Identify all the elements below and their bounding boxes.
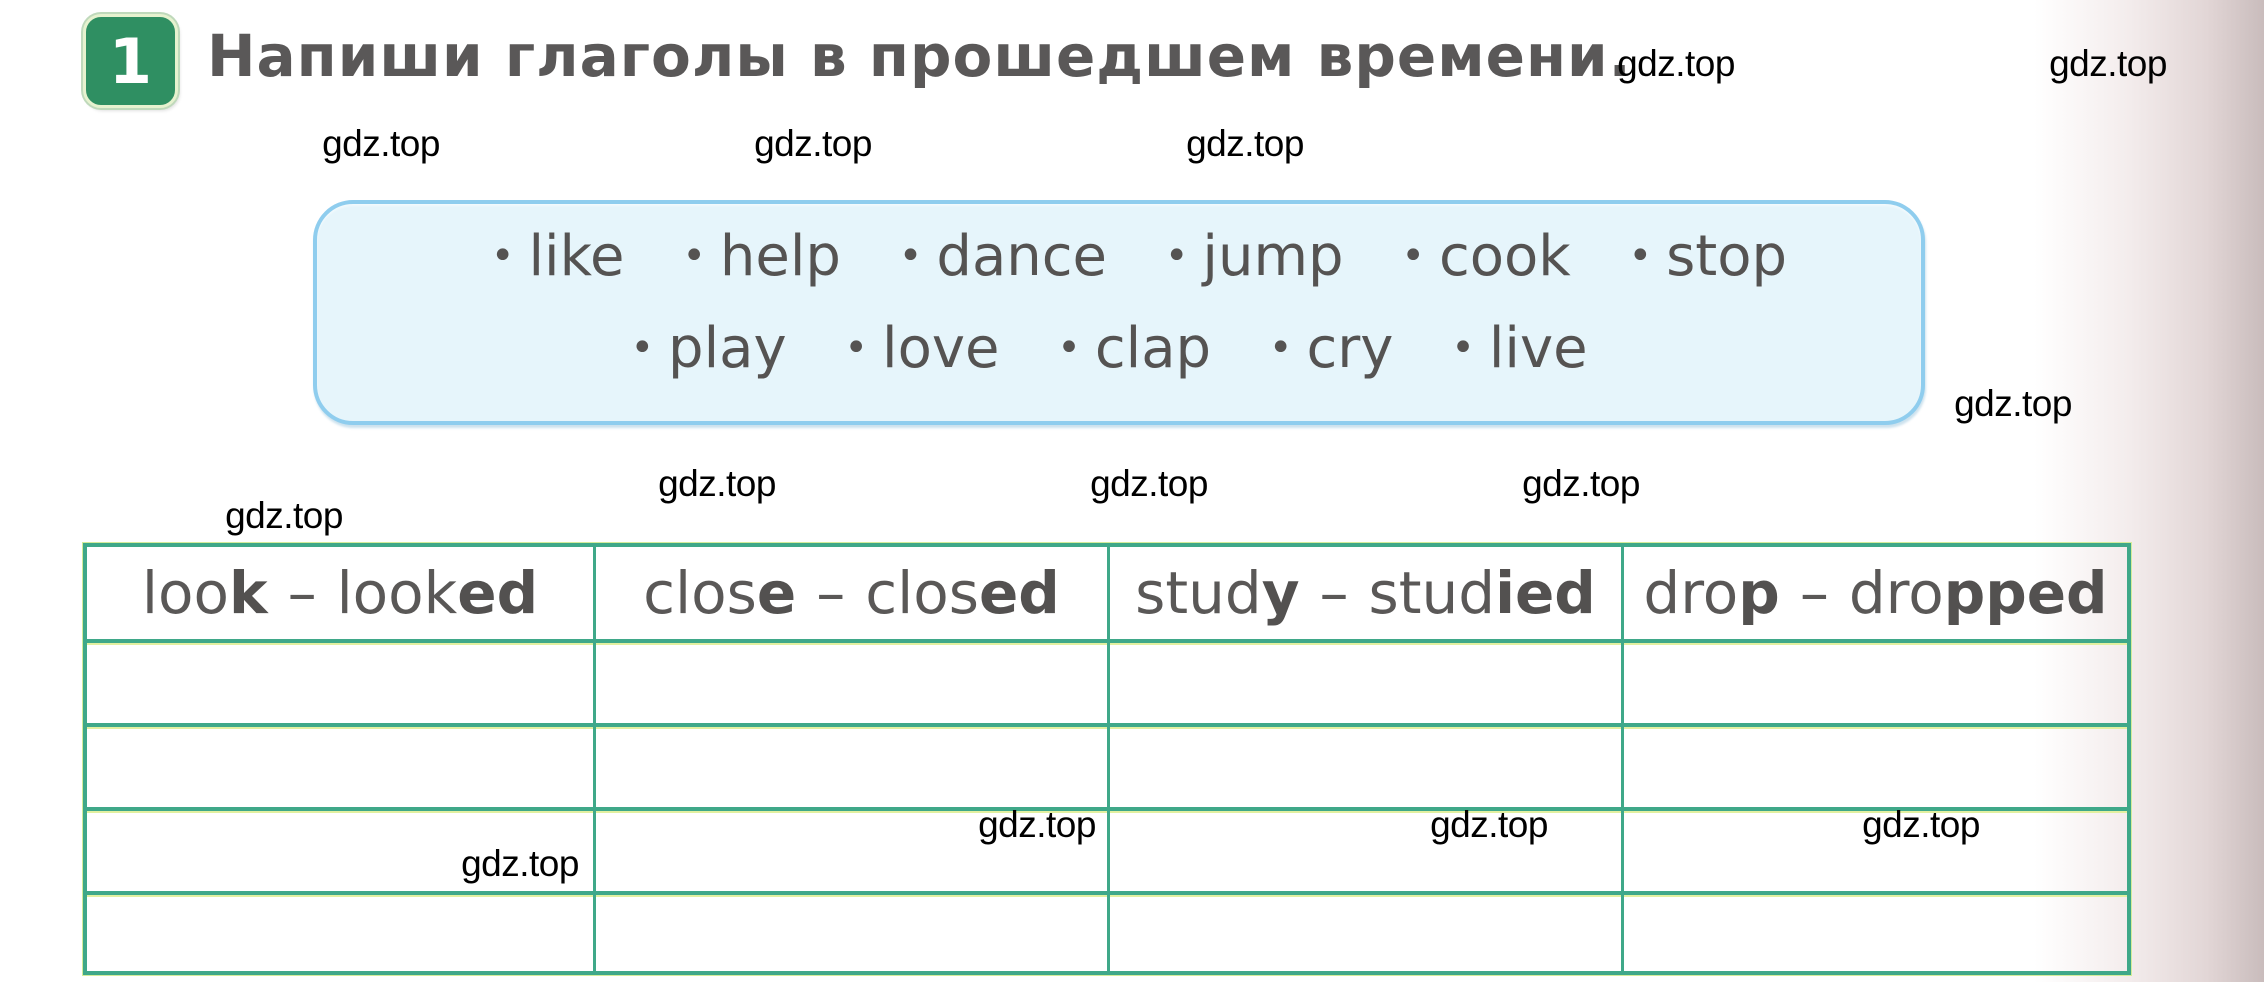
watermark: gdz.top [978, 804, 1096, 845]
header-base-bold: e [756, 559, 797, 627]
word-text: like [528, 224, 625, 289]
table-header-close: clos e – clos ed [596, 547, 1107, 639]
header-past-bold: pped [1943, 559, 2108, 627]
word-text: dance [936, 224, 1107, 289]
bullet-icon: • [1401, 232, 1425, 279]
header-base-bold: k [228, 559, 268, 627]
watermark: gdz.top [1522, 463, 1640, 504]
table-header-look: loo k – look ed [87, 547, 593, 639]
table-header-study: stud y – stud ied [1110, 547, 1621, 639]
word-item: • stop [1629, 224, 1788, 289]
header-separator: – [287, 559, 317, 627]
word-text: love [882, 316, 1000, 381]
word-item: • play [630, 316, 786, 381]
watermark: gdz.top [225, 495, 343, 536]
bullet-icon: • [1268, 324, 1293, 371]
word-item: • dance [899, 224, 1107, 289]
word-item: • cry [1269, 316, 1394, 381]
word-item: • live [1451, 316, 1587, 381]
watermark: gdz.top [1090, 463, 1208, 504]
watermark: gdz.top [754, 123, 872, 164]
word-item: • clap [1057, 316, 1211, 381]
watermark: gdz.top [1617, 43, 1735, 84]
watermark: gdz.top [658, 463, 776, 504]
watermark: gdz.top [1862, 804, 1980, 845]
header-past-bold: ied [1495, 559, 1596, 627]
header-base-plain: clos [643, 559, 757, 627]
word-text: stop [1666, 224, 1788, 289]
watermark: gdz.top [1954, 383, 2072, 424]
word-item: • jump [1165, 224, 1344, 289]
bullet-icon: • [1164, 232, 1189, 279]
word-item: • help [682, 224, 841, 289]
header-separator: – [1799, 559, 1829, 627]
header-base-bold: y [1261, 559, 1300, 627]
answer-table: loo k – look ed clos e – clos ed stud y – stu… [83, 543, 2131, 975]
watermark: gdz.top [1186, 123, 1304, 164]
header-base-plain: stud [1135, 559, 1262, 627]
word-item: • like [491, 224, 625, 289]
bullet-icon: • [898, 232, 923, 279]
header-base-plain: dro [1643, 559, 1739, 627]
word-bank-row: • play • love • clap • cry • live [297, 316, 1921, 381]
bullet-icon: • [682, 232, 706, 279]
header-past-plain: stud [1368, 559, 1496, 627]
watermark: gdz.top [2049, 43, 2167, 84]
word-bank-row: • like • help • dance • jump • cook • stop [357, 224, 1921, 289]
header-past-plain: dro [1848, 559, 1944, 627]
word-text: play [668, 316, 787, 381]
table-header-drop: dro p – dro pped [1624, 547, 2127, 639]
header-base-plain: loo [141, 559, 229, 627]
word-item: • cook [1401, 224, 1570, 289]
bullet-icon: • [1451, 324, 1475, 371]
header-past-bold: ed [457, 559, 539, 627]
word-text: jump [1202, 224, 1344, 289]
bullet-icon: • [490, 232, 515, 279]
word-bank-box: • like • help • dance • jump • cook • stop • pl… [313, 200, 1925, 425]
bullet-icon: • [844, 324, 869, 371]
exercise-number-badge: 1 [83, 14, 178, 108]
header-separator: – [1319, 559, 1349, 627]
header-separator: – [816, 559, 846, 627]
word-text: clap [1094, 316, 1212, 381]
header-past-bold: ed [978, 559, 1060, 627]
word-item: • love [844, 316, 999, 381]
word-text: cry [1306, 316, 1394, 381]
bullet-icon: • [1057, 324, 1081, 371]
watermark: gdz.top [461, 843, 579, 884]
header-past-plain: clos [865, 559, 979, 627]
word-text: cook [1438, 224, 1571, 289]
word-text: help [719, 224, 841, 289]
watermark: gdz.top [1430, 804, 1548, 845]
bullet-icon: • [1628, 232, 1653, 279]
bullet-icon: • [630, 324, 655, 371]
header-base-bold: p [1738, 559, 1780, 627]
header-past-plain: look [336, 559, 458, 627]
word-text: live [1488, 316, 1588, 381]
exercise-title: Напиши глаголы в прошедшем времени. [207, 22, 1632, 90]
watermark: gdz.top [322, 123, 440, 164]
